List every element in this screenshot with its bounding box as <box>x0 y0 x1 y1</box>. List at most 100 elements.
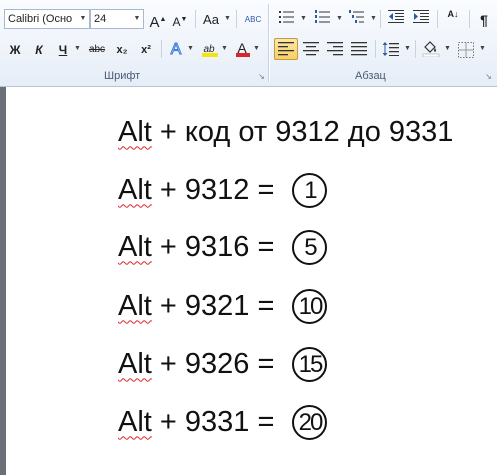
chevron-down-icon[interactable]: ▼ <box>479 38 486 60</box>
document-line: Alt + код от 9312 до 9331 <box>118 109 453 155</box>
multilevel-list-button[interactable] <box>346 8 368 30</box>
separator <box>161 40 162 58</box>
circled-number-symbol: 20 <box>292 404 328 440</box>
change-case-button[interactable]: Aa <box>200 8 222 30</box>
font-size-value: 24 <box>94 13 107 25</box>
paragraph-dialog-launcher-icon[interactable]: ↘ <box>484 72 493 81</box>
font-group-label: Шрифт <box>104 70 141 82</box>
strikethrough-button[interactable]: abc <box>86 38 108 60</box>
sort-icon: A↓ <box>447 9 459 19</box>
grow-font-button[interactable]: A▲ <box>148 8 168 31</box>
chevron-down-icon[interactable]: ▼ <box>221 38 228 60</box>
document-line: Alt + 9326 = 15 <box>118 341 328 387</box>
line-spacing-icon <box>382 42 399 56</box>
spell-error-word: Alt <box>118 115 152 148</box>
bullets-button[interactable] <box>276 8 298 30</box>
line-text: + 9312 = <box>151 173 283 206</box>
paragraph-group-label: Абзац <box>355 70 386 82</box>
font-color-button[interactable]: A <box>233 38 251 60</box>
borders-button[interactable] <box>455 38 477 60</box>
clear-formatting-icon: ABC <box>244 15 262 24</box>
spell-error-word: Alt <box>118 289 152 322</box>
document-line: Alt + 9331 = 20 <box>118 399 328 445</box>
document-line: Alt + 9321 = 10 <box>118 283 328 329</box>
font-dialog-launcher-icon[interactable]: ↘ <box>257 72 266 81</box>
circled-number-symbol: 10 <box>292 288 328 324</box>
line-text: + 9316 = <box>151 230 283 263</box>
decrease-indent-button[interactable] <box>385 8 407 30</box>
shrink-font-button[interactable]: A▼ <box>170 8 190 30</box>
increase-indent-button[interactable] <box>410 8 432 30</box>
circled-number-symbol: 1 <box>292 172 328 208</box>
document-left-margin-bar <box>0 87 6 475</box>
bold-button[interactable]: Ж <box>6 38 24 60</box>
superscript-icon: x² <box>141 44 151 56</box>
align-right-icon <box>327 42 343 56</box>
underline-icon: Ч <box>58 43 68 57</box>
group-separator <box>268 4 269 82</box>
chevron-down-icon[interactable]: ▼ <box>253 38 260 60</box>
chevron-down-icon[interactable]: ▼ <box>370 8 377 30</box>
align-right-button[interactable] <box>324 38 346 60</box>
numbering-icon <box>315 10 330 23</box>
text-effects-icon: A <box>170 41 182 59</box>
underline-button[interactable]: Ч <box>54 38 72 60</box>
chevron-down-icon: ▼ <box>133 15 141 22</box>
separator <box>469 10 470 28</box>
pilcrow-icon: ¶ <box>480 12 488 28</box>
change-case-icon: Aa <box>203 12 219 27</box>
spell-error-word: Alt <box>118 230 152 263</box>
italic-button[interactable]: К <box>30 38 48 60</box>
line-text: + 9326 = <box>151 347 283 380</box>
chevron-down-icon[interactable]: ▼ <box>404 38 411 60</box>
shrink-font-icon: A <box>172 15 181 29</box>
font-size-combo[interactable]: 24 ▼ <box>90 9 144 29</box>
align-center-button[interactable] <box>300 38 322 60</box>
chevron-down-icon[interactable]: ▼ <box>224 8 231 30</box>
line-text: + 9331 = <box>151 405 283 438</box>
chevron-down-icon[interactable]: ▼ <box>300 8 307 30</box>
subscript-button[interactable]: x₂ <box>112 38 132 60</box>
numbering-button[interactable] <box>312 8 334 30</box>
align-center-icon <box>303 42 319 56</box>
separator <box>375 40 376 58</box>
increase-indent-icon <box>413 10 429 23</box>
spell-error-word: Alt <box>118 347 152 380</box>
chevron-down-icon[interactable]: ▼ <box>74 38 81 60</box>
font-color-swatch <box>236 53 250 57</box>
document-line: Alt + 9312 = 1 <box>118 167 328 213</box>
text-effects-button[interactable]: A <box>167 38 185 60</box>
line-spacing-button[interactable] <box>380 38 402 60</box>
highlight-button[interactable]: ab <box>199 38 219 60</box>
font-name-value: Calibri (Осно <box>8 13 73 25</box>
chevron-down-icon[interactable]: ▼ <box>187 38 194 60</box>
bold-icon: Ж <box>9 43 21 57</box>
circled-number-symbol: 15 <box>292 346 328 382</box>
sort-button[interactable]: A↓ <box>442 8 464 30</box>
shading-button[interactable] <box>420 38 442 60</box>
separator <box>437 10 438 28</box>
clear-formatting-button[interactable]: ABC <box>241 8 265 30</box>
separator <box>236 10 237 28</box>
separator <box>380 10 381 28</box>
superscript-button[interactable]: x² <box>136 38 156 60</box>
chevron-down-icon[interactable]: ▼ <box>444 38 451 60</box>
line-text: + код от 9312 до 9331 <box>151 115 454 148</box>
borders-icon <box>458 42 474 58</box>
justify-icon <box>351 42 367 56</box>
decrease-indent-icon <box>388 10 404 23</box>
justify-button[interactable] <box>348 38 370 60</box>
bullets-icon <box>279 11 294 23</box>
align-left-button[interactable] <box>274 38 298 60</box>
paint-bucket-icon <box>422 41 440 58</box>
chevron-down-icon[interactable]: ▼ <box>336 8 343 30</box>
spell-error-word: Alt <box>118 405 152 438</box>
line-text: + 9321 = <box>151 289 283 322</box>
italic-icon: К <box>35 43 43 57</box>
font-name-combo[interactable]: Calibri (Осно ▼ <box>4 9 90 29</box>
chevron-down-icon: ▼ <box>79 15 87 22</box>
circled-number-symbol: 5 <box>292 229 328 265</box>
separator <box>415 40 416 58</box>
show-formatting-marks-button[interactable]: ¶ <box>474 8 494 30</box>
subscript-icon: x₂ <box>116 44 128 56</box>
